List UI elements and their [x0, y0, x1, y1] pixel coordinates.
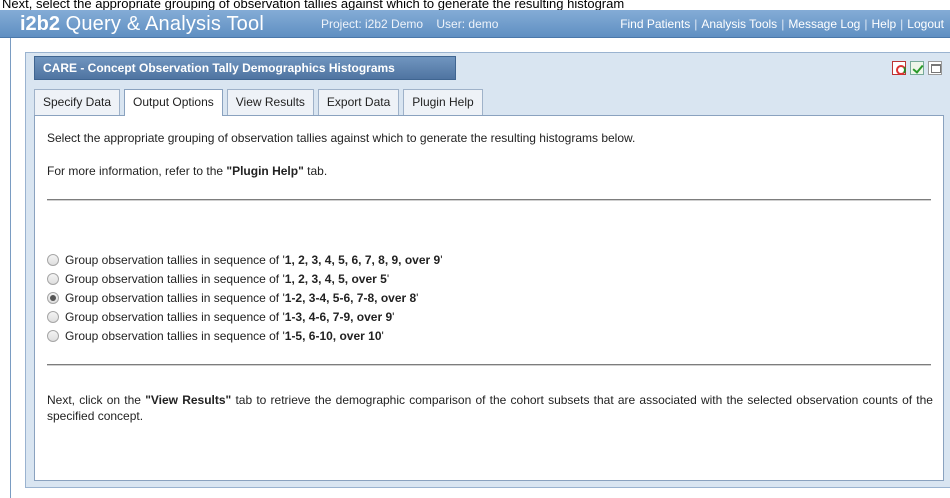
- grouping-option-2[interactable]: Group observation tallies in sequence of…: [47, 269, 443, 288]
- option-value: 1-3, 4-6, 7-9, over 9: [284, 309, 393, 324]
- more-info-text: For more information, refer to the "Plug…: [47, 163, 327, 179]
- radio-button[interactable]: [47, 253, 59, 266]
- next-prefix: Next, click on the: [47, 393, 146, 407]
- app-title: Query & Analysis Tool: [65, 13, 264, 35]
- grouping-options: Group observation tallies in sequence of…: [47, 250, 443, 345]
- radio-button[interactable]: [47, 310, 59, 323]
- radio-button[interactable]: [47, 272, 59, 285]
- output-options-content: Select the appropriate grouping of obser…: [34, 115, 944, 481]
- user-label: User: demo: [436, 17, 499, 31]
- grouping-option-3[interactable]: Group observation tallies in sequence of…: [47, 288, 443, 307]
- nav-separator: |: [694, 17, 698, 31]
- option-value: 1-5, 6-10, over 10: [284, 328, 382, 343]
- divider: [47, 199, 931, 201]
- brand-logo-text: i2b2: [20, 13, 61, 35]
- panel-toolbar: [892, 61, 942, 75]
- more-info-suffix: tab.: [303, 164, 328, 178]
- tab-plugin-help[interactable]: Plugin Help: [403, 89, 483, 115]
- grouping-option-1[interactable]: Group observation tallies in sequence of…: [47, 250, 443, 269]
- option-prefix: Group observation tallies in sequence of…: [65, 290, 285, 305]
- tab-output-options[interactable]: Output Options: [124, 89, 223, 116]
- nav-help[interactable]: Help: [871, 17, 896, 31]
- view-results-reference: "View Results": [145, 393, 232, 407]
- nav-logout[interactable]: Logout: [907, 17, 944, 31]
- nav-message-log[interactable]: Message Log: [788, 17, 860, 31]
- plugin-panel: CARE - Concept Observation Tally Demogra…: [25, 52, 950, 488]
- project-label: Project: i2b2 Demo: [321, 17, 424, 31]
- option-value: 1-2, 3-4, 5-6, 7-8, over 8: [284, 290, 417, 305]
- option-value: 1, 2, 3, 4, 5, over 5: [284, 271, 387, 286]
- tab-view-results[interactable]: View Results: [226, 89, 314, 115]
- nav-separator: |: [781, 17, 785, 31]
- window-icon[interactable]: [928, 61, 942, 75]
- option-suffix: ': [381, 328, 384, 343]
- option-suffix: ': [392, 309, 395, 324]
- nav-separator: |: [864, 17, 868, 31]
- tab-specify-data[interactable]: Specify Data: [34, 89, 121, 115]
- option-prefix: Group observation tallies in sequence of…: [65, 328, 285, 343]
- more-info-prefix: For more information, refer to the: [47, 164, 227, 178]
- refresh-icon[interactable]: [892, 61, 906, 75]
- panel-title: CARE - Concept Observation Tally Demogra…: [34, 56, 456, 80]
- option-prefix: Group observation tallies in sequence of…: [65, 252, 285, 267]
- option-suffix: ': [416, 290, 419, 305]
- app-brand: i2b2 Query & Analysis Tool: [20, 12, 264, 36]
- next-step-text: Next, click on the "View Results" tab to…: [47, 392, 933, 424]
- divider: [47, 364, 931, 366]
- plugin-tabs: Specify Data Output Options View Results…: [34, 89, 487, 116]
- header-meta: Project: i2b2 Demo User: demo: [321, 16, 508, 32]
- option-suffix: ': [440, 252, 443, 267]
- nav-separator: |: [900, 17, 904, 31]
- radio-button-selected[interactable]: [47, 291, 59, 304]
- option-value: 1, 2, 3, 4, 5, 6, 7, 8, 9, over 9: [284, 252, 441, 267]
- nav-find-patients[interactable]: Find Patients: [620, 17, 690, 31]
- workspace: CARE - Concept Observation Tally Demogra…: [10, 38, 950, 498]
- tab-export-data[interactable]: Export Data: [317, 89, 400, 115]
- top-nav: Find Patients | Analysis Tools | Message Log…: [620, 16, 944, 32]
- plugin-help-reference: "Plugin Help": [226, 164, 304, 178]
- radio-button[interactable]: [47, 329, 59, 342]
- grouping-option-5[interactable]: Group observation tallies in sequence of…: [47, 326, 443, 345]
- nav-analysis-tools[interactable]: Analysis Tools: [701, 17, 777, 31]
- option-suffix: ': [386, 271, 390, 286]
- check-icon[interactable]: [910, 61, 924, 75]
- option-prefix: Group observation tallies in sequence of…: [65, 309, 285, 324]
- intro-text: Select the appropriate grouping of obser…: [47, 131, 636, 145]
- option-prefix: Group observation tallies in sequence of…: [65, 271, 285, 286]
- grouping-option-4[interactable]: Group observation tallies in sequence of…: [47, 307, 443, 326]
- app-header: i2b2 Query & Analysis Tool Project: i2b2…: [0, 10, 950, 38]
